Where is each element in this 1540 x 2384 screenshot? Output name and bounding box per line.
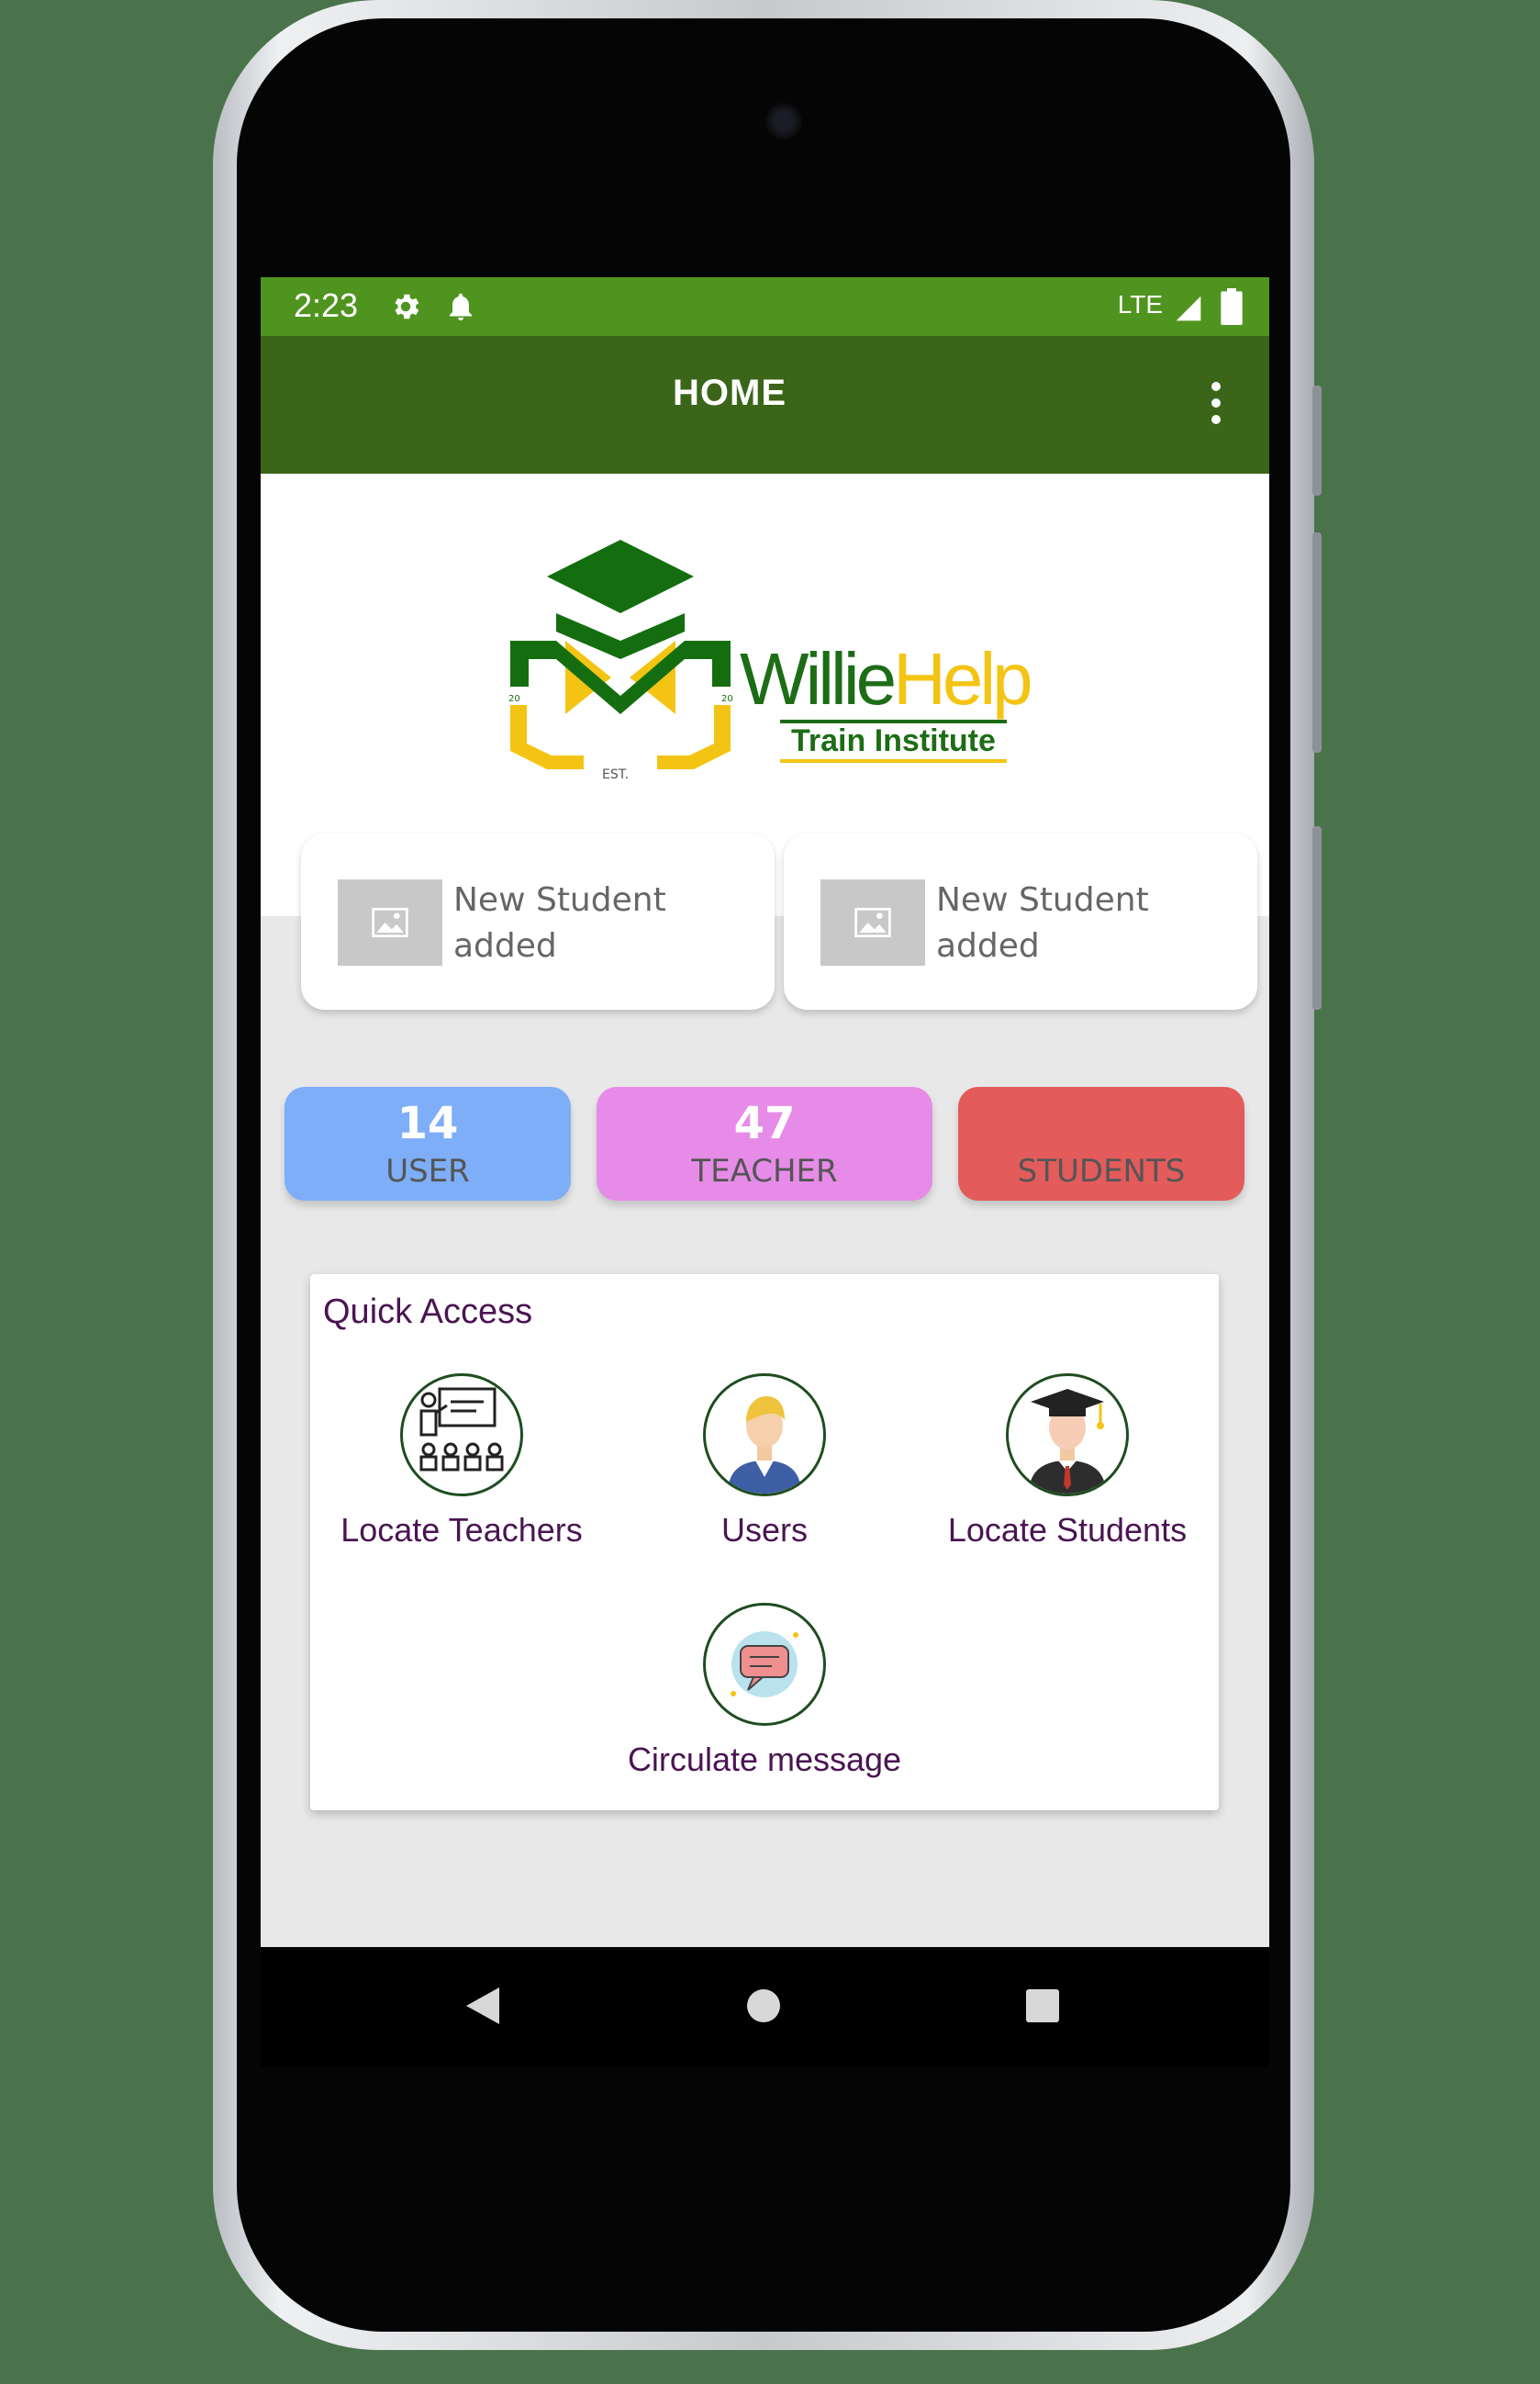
stat-value: 47 bbox=[733, 1098, 796, 1149]
stat-value bbox=[958, 1098, 1244, 1153]
logo-subtitle: Train Institute bbox=[780, 720, 1007, 763]
status-time: 2:23 bbox=[294, 286, 359, 324]
battery-icon bbox=[1221, 288, 1243, 325]
page-title: HOME bbox=[673, 373, 787, 413]
svg-text:20: 20 bbox=[721, 694, 733, 704]
quick-access-label: Users bbox=[720, 1511, 808, 1549]
front-camera bbox=[765, 103, 802, 140]
stat-label: STUDENTS bbox=[1017, 1153, 1186, 1190]
quick-access-locate-students[interactable]: Locate Students bbox=[916, 1373, 1219, 1550]
teacher-class-icon bbox=[400, 1373, 523, 1496]
app-bar: HOME bbox=[261, 336, 1269, 474]
bell-icon bbox=[450, 293, 472, 320]
chat-bubble-icon bbox=[703, 1603, 826, 1726]
recents-icon[interactable] bbox=[1024, 1987, 1061, 2024]
status-bar: 2:23 LTE bbox=[261, 277, 1269, 336]
more-vert-icon[interactable] bbox=[1207, 382, 1225, 428]
graduate-icon bbox=[1006, 1373, 1129, 1496]
system-nav-bar bbox=[261, 1947, 1269, 2066]
stat-value: 14 bbox=[396, 1098, 459, 1149]
signal-icon bbox=[1176, 296, 1201, 321]
graduation-cap-logo-icon: 20 20 bbox=[508, 540, 733, 769]
user-avatar-icon bbox=[703, 1373, 826, 1496]
recent-activity-card[interactable]: New Student added bbox=[301, 834, 775, 1010]
recent-activity-card[interactable]: New Student added bbox=[784, 834, 1257, 1010]
image-placeholder-icon bbox=[338, 879, 442, 966]
quick-access-panel: Quick Access Locate Teachers Users Locat… bbox=[310, 1274, 1219, 1810]
stat-label: USER bbox=[385, 1153, 470, 1190]
back-icon[interactable] bbox=[463, 1984, 503, 2028]
home-icon[interactable] bbox=[745, 1987, 782, 2024]
quick-access-label: Locate Students bbox=[947, 1511, 1188, 1549]
quick-access-users[interactable]: Users bbox=[613, 1373, 916, 1550]
side-button-power bbox=[1312, 826, 1322, 1010]
logo-est: EST. bbox=[602, 767, 630, 782]
stat-user[interactable]: 14 USER bbox=[285, 1087, 571, 1201]
svg-text:20: 20 bbox=[508, 694, 520, 704]
card-text: New Student added bbox=[453, 881, 666, 965]
image-placeholder-icon bbox=[820, 879, 925, 966]
logo: 20 20 EST. WillieHelp Train Institute bbox=[501, 540, 1052, 788]
quick-access-locate-teachers[interactable]: Locate Teachers bbox=[310, 1373, 613, 1550]
quick-access-title: Quick Access bbox=[323, 1293, 533, 1331]
gear-icon bbox=[395, 294, 419, 319]
quick-access-circulate-message[interactable]: Circulate message bbox=[613, 1603, 916, 1779]
stat-label: TEACHER bbox=[691, 1153, 838, 1190]
network-type: LTE bbox=[1117, 290, 1163, 319]
quick-access-label: Circulate message bbox=[627, 1740, 902, 1778]
side-button-volume-up bbox=[1312, 386, 1322, 496]
logo-title: WillieHelp bbox=[740, 638, 1033, 720]
side-button-volume-down bbox=[1312, 532, 1322, 753]
stat-students[interactable]: STUDENTS bbox=[958, 1087, 1244, 1201]
quick-access-label: Locate Teachers bbox=[340, 1511, 583, 1549]
app-screen: 2:23 LTE HOME 20 20 EST. WillieHelp Trai… bbox=[261, 277, 1269, 1947]
stat-teacher[interactable]: 47 TEACHER bbox=[597, 1087, 932, 1201]
card-text: New Student added bbox=[936, 881, 1149, 965]
